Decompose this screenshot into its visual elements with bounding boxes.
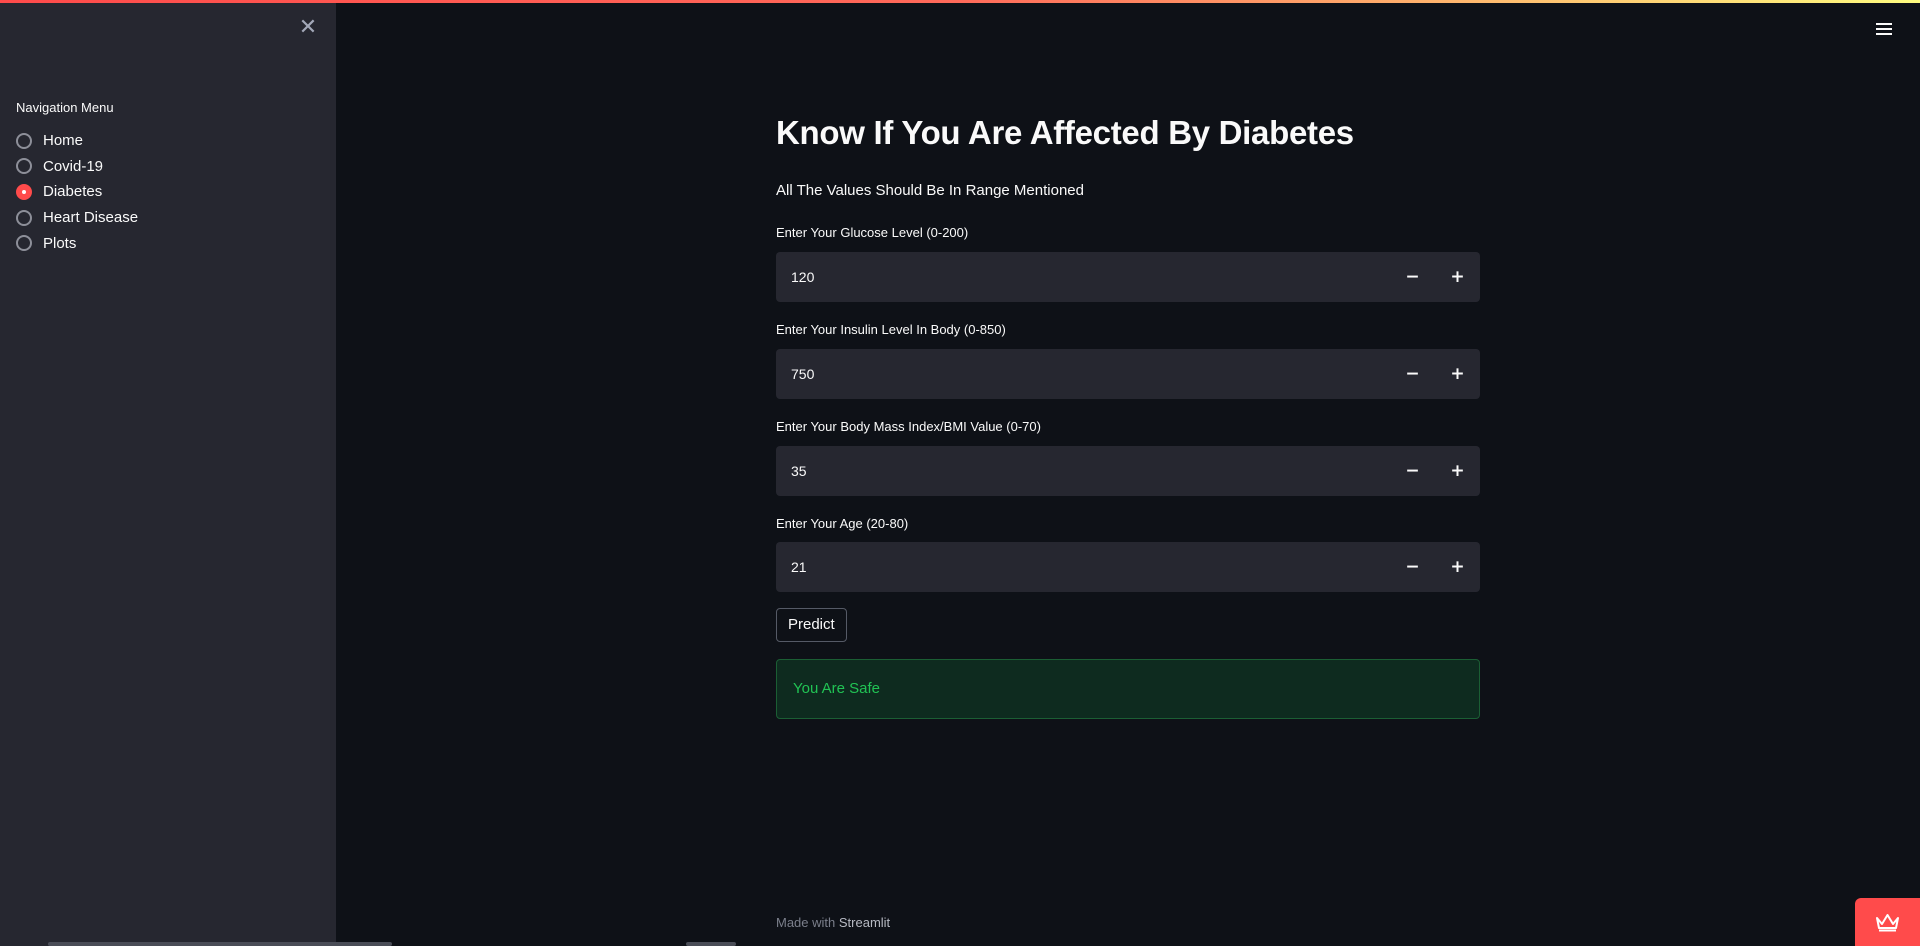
insulin-label: Enter Your Insulin Level In Body (0-850) — [776, 322, 1006, 337]
close-sidebar-icon[interactable]: ✕ — [296, 16, 320, 40]
increment-button[interactable]: + — [1435, 446, 1480, 496]
success-alert: You Are Safe — [776, 659, 1480, 719]
radio-button[interactable] — [16, 158, 32, 175]
increment-button[interactable]: + — [1435, 542, 1480, 592]
glucose-label: Enter Your Glucose Level (0-200) — [776, 225, 969, 240]
radio-button[interactable] — [16, 132, 32, 149]
footer: Made with Streamlit — [776, 915, 890, 930]
streamlit-link[interactable]: Streamlit — [839, 915, 890, 930]
scrollbar-thumb[interactable] — [686, 942, 736, 946]
nav-item-home[interactable]: Home — [16, 128, 138, 154]
bmi-number-input: 35 − + — [776, 446, 1480, 496]
streamlit-crown-badge[interactable] — [1855, 898, 1920, 946]
bmi-label: Enter Your Body Mass Index/BMI Value (0-… — [776, 419, 1041, 434]
glucose-number-input: 120 − + — [776, 252, 1480, 302]
glucose-input-field[interactable]: 120 — [776, 252, 1390, 302]
result-text: You Are Safe — [793, 680, 881, 697]
top-decoration-bar — [0, 0, 1920, 3]
sidebar: ✕ Navigation Menu Home Covid-19 Diabetes… — [0, 0, 336, 946]
nav-radio-group: Home Covid-19 Diabetes Heart Disease Plo… — [16, 128, 138, 256]
increment-button[interactable]: + — [1435, 349, 1480, 399]
predict-button[interactable]: Predict — [776, 608, 847, 642]
nav-item-covid[interactable]: Covid-19 — [16, 154, 138, 180]
bmi-input-field[interactable]: 35 — [776, 446, 1390, 496]
crown-icon — [1876, 914, 1899, 932]
nav-item-label: Plots — [43, 234, 77, 252]
decrement-button[interactable]: − — [1390, 446, 1435, 496]
radio-button[interactable] — [16, 209, 32, 226]
hamburger-menu-icon[interactable] — [1874, 20, 1894, 38]
age-label: Enter Your Age (20-80) — [776, 516, 909, 531]
nav-item-diabetes[interactable]: Diabetes — [16, 179, 138, 205]
radio-button[interactable] — [16, 235, 32, 252]
nav-item-label: Heart Disease — [43, 209, 139, 227]
decrement-button[interactable]: − — [1390, 349, 1435, 399]
footer-prefix: Made with — [776, 915, 839, 930]
age-input-field[interactable]: 21 — [776, 542, 1390, 592]
age-number-input: 21 − + — [776, 542, 1480, 592]
page-subtitle: All The Values Should Be In Range Mentio… — [776, 182, 1084, 199]
nav-item-plots[interactable]: Plots — [16, 230, 138, 256]
horizontal-scrollbar[interactable] — [48, 942, 392, 946]
radio-button-selected[interactable] — [16, 183, 32, 200]
insulin-input-field[interactable]: 750 — [776, 349, 1390, 399]
nav-menu-title: Navigation Menu — [16, 100, 114, 115]
page-title: Know If You Are Affected By Diabetes — [776, 114, 1354, 151]
nav-item-heart-disease[interactable]: Heart Disease — [16, 205, 138, 231]
nav-item-label: Covid-19 — [43, 157, 104, 175]
insulin-number-input: 750 − + — [776, 349, 1480, 399]
decrement-button[interactable]: − — [1390, 252, 1435, 302]
increment-button[interactable]: + — [1435, 252, 1480, 302]
nav-item-label: Home — [43, 132, 84, 150]
nav-item-label: Diabetes — [43, 183, 103, 201]
decrement-button[interactable]: − — [1390, 542, 1435, 592]
